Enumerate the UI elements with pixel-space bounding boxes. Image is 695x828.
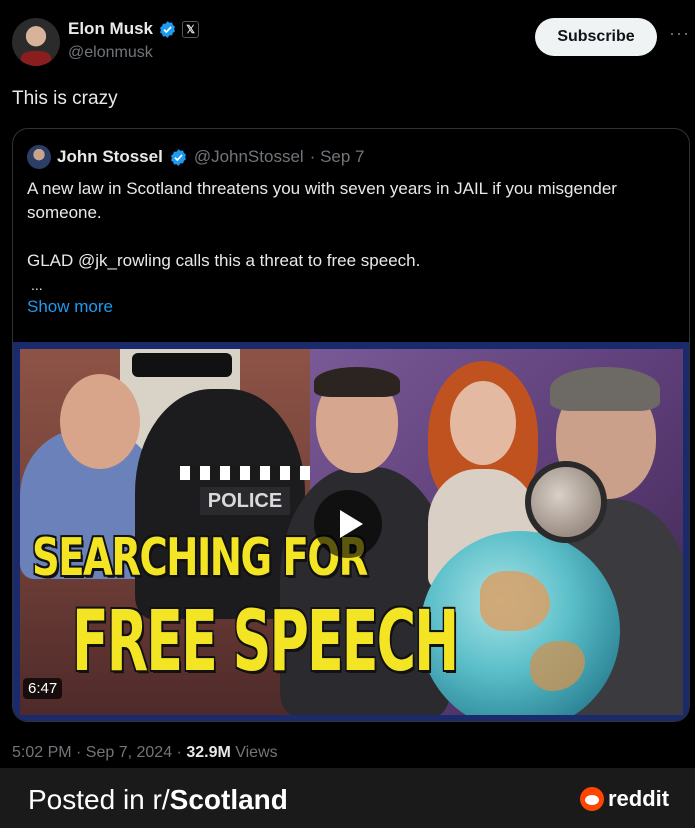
x-logo-icon: 𝕏 <box>182 20 200 38</box>
tweet-text: This is crazy <box>12 88 118 109</box>
quoted-date[interactable]: · Sep 7 <box>310 147 365 167</box>
tweet-meta: 5:02 PM · Sep 7, 2024 · 32.9M Views <box>12 744 278 762</box>
play-button[interactable] <box>314 490 382 558</box>
view-count: 32.9M <box>186 744 231 761</box>
views-label: Views <box>230 744 278 761</box>
reddit-logo: reddit <box>580 786 669 812</box>
video-duration: 6:47 <box>23 678 63 699</box>
posted-in-label: Posted in r/ <box>28 784 170 815</box>
subreddit-name[interactable]: Scotland <box>170 784 288 815</box>
subscribe-button[interactable]: Subscribe <box>535 18 657 56</box>
magnifier-image <box>525 461 607 543</box>
reddit-logo-icon <box>580 787 604 811</box>
police-badge: POLICE <box>200 487 290 515</box>
quoted-text: A new law in Scotland threatens you with… <box>27 177 677 273</box>
posted-in-text: Posted in r/Scotland <box>28 784 288 816</box>
author-name[interactable]: Elon Musk <box>68 19 153 39</box>
reddit-footer: Posted in r/Scotland reddit <box>0 768 695 828</box>
quoted-paragraph-2: GLAD @jk_rowling calls this a threat to … <box>27 251 421 270</box>
author-avatar[interactable] <box>12 18 60 66</box>
quoted-paragraph-1: A new law in Scotland threatens you with… <box>27 179 617 222</box>
quoted-author-name[interactable]: John Stossel <box>57 147 163 167</box>
show-more-link[interactable]: Show more <box>27 297 113 317</box>
thumbnail-headline-line2: FREE SPEECH <box>72 592 459 690</box>
play-icon <box>340 510 363 538</box>
verified-badge-icon <box>160 20 175 38</box>
tweet-header: Elon Musk 𝕏 @elonmusk Subscribe ··· <box>12 16 689 68</box>
author-name-row: Elon Musk 𝕏 <box>68 19 200 39</box>
verified-badge-icon <box>170 148 186 166</box>
quoted-header: John Stossel @JohnStossel · Sep 7 <box>27 145 365 169</box>
quoted-ellipsis: ... <box>31 277 43 293</box>
reddit-wordmark: reddit <box>608 786 670 811</box>
quoted-tweet[interactable]: John Stossel @JohnStossel · Sep 7 A new … <box>12 128 690 722</box>
tweet-timestamp[interactable]: 5:02 PM · Sep 7, 2024 · <box>12 744 186 761</box>
quoted-author-handle[interactable]: @JohnStossel <box>194 147 304 167</box>
video-player[interactable]: POLICE SEARCHING FOR FREE SPEECH 6:47 <box>13 342 689 721</box>
author-handle[interactable]: @elonmusk <box>68 44 153 62</box>
more-icon[interactable]: ··· <box>669 24 691 46</box>
quoted-author-avatar[interactable] <box>27 145 51 169</box>
